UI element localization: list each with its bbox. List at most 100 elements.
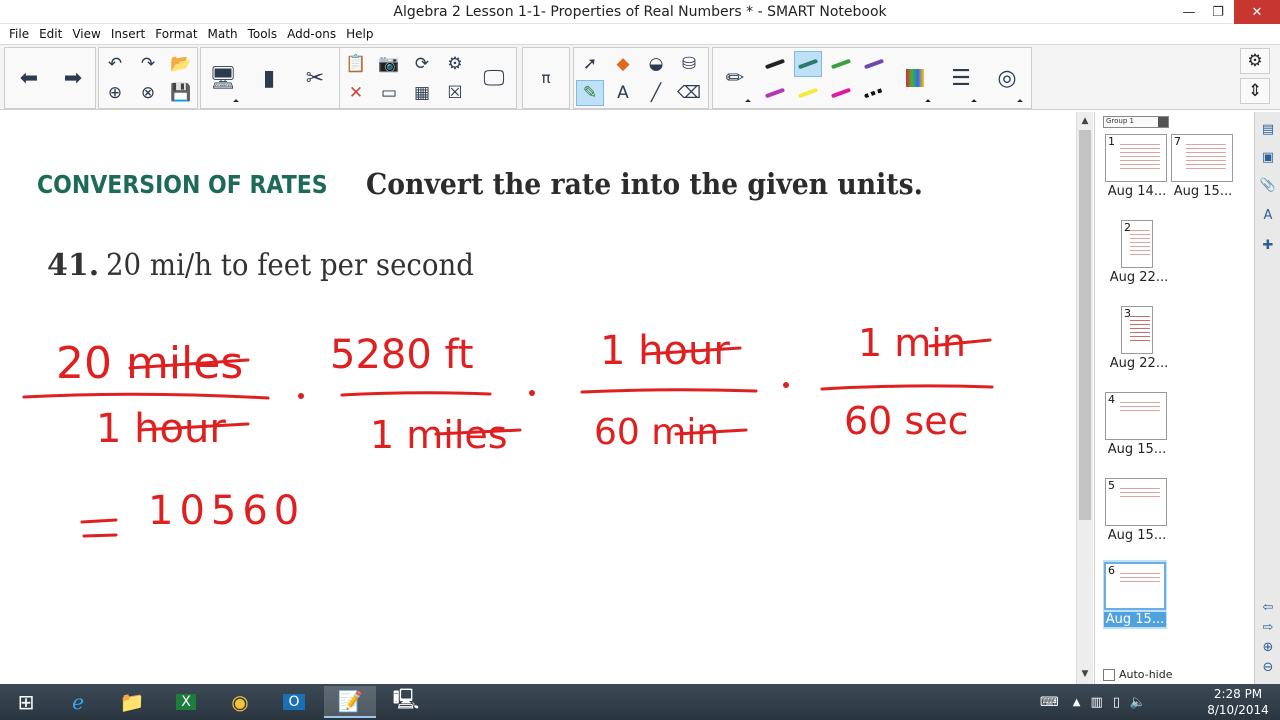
eraser-tool-button[interactable]: ◒ — [642, 51, 670, 77]
pen-teal[interactable] — [794, 51, 822, 77]
pen-pink[interactable] — [827, 80, 855, 106]
start-button[interactable]: ⊞ — [0, 686, 52, 718]
menu-format[interactable]: Format — [150, 27, 202, 41]
addons-tab[interactable]: ✚ — [1259, 236, 1277, 254]
settings-button[interactable]: ⚙ — [1240, 48, 1270, 74]
page-thumb-2[interactable]: 2 Aug 22... — [1107, 220, 1171, 285]
smart-tools-button[interactable]: 🖳 — [380, 686, 432, 718]
text-tool-button[interactable]: A — [609, 80, 637, 106]
sidebar-left-button[interactable]: ⇦ — [1259, 598, 1277, 616]
maximize-button[interactable]: ❐ — [1201, 0, 1235, 24]
previous-page-button[interactable]: ⬅ — [11, 60, 47, 96]
presentation-button[interactable]: ▭ — [375, 80, 403, 106]
screen-shade-button[interactable]: ▮ — [251, 60, 287, 96]
pen-dashed[interactable] — [860, 80, 888, 106]
menu-addons[interactable]: Add-ons — [282, 27, 341, 41]
redo-button[interactable]: ↷ — [134, 51, 162, 77]
add-page-button[interactable]: ⊕ — [101, 80, 129, 106]
outlook-button[interactable]: O — [268, 686, 320, 718]
menu-file[interactable]: File — [4, 27, 34, 41]
close-button[interactable]: ✕ — [1234, 0, 1280, 24]
transparency-button[interactable]: ◎ — [989, 60, 1025, 96]
ink-frac2-numerator: 5280 ft — [330, 332, 474, 378]
table-button[interactable]: ▦ — [408, 80, 436, 106]
chrome-button[interactable]: ◉ — [214, 686, 266, 718]
line-tool-button[interactable]: ╱ — [642, 80, 670, 106]
volume-icon[interactable]: 🔈 — [1130, 695, 1146, 710]
save-button[interactable]: 💾 — [167, 80, 195, 106]
keyboard-icon[interactable]: ⌨ — [1040, 695, 1059, 710]
menu-view[interactable]: View — [67, 27, 105, 41]
page-thumb-4[interactable]: 4 Aug 15... — [1105, 392, 1169, 457]
pen-purple[interactable] — [860, 51, 888, 77]
file-explorer-button[interactable]: 📁 — [106, 686, 158, 718]
excel-button[interactable]: X — [160, 686, 212, 718]
move-toolbar-button[interactable]: ⇕ — [1240, 78, 1270, 104]
menu-tools[interactable]: Tools — [243, 27, 283, 41]
menu-edit[interactable]: Edit — [34, 27, 67, 41]
shapes-tool-button[interactable]: ◆ — [609, 51, 637, 77]
page-thumb-3[interactable]: 3 Aug 22... — [1107, 306, 1171, 371]
line-width-button[interactable]: ☰ — [943, 60, 979, 96]
page-thumb-7[interactable]: 7 Aug 15... — [1171, 134, 1235, 199]
sidebar-right-button[interactable]: ⇨ — [1259, 618, 1277, 636]
magic-eraser-button[interactable]: ⌫ — [675, 80, 703, 106]
next-page-button[interactable]: ➡ — [55, 60, 91, 96]
cursor-icon: ➚ — [582, 54, 598, 74]
select-tool-button[interactable]: ➚ — [576, 51, 604, 77]
autohide-toggle[interactable]: Auto-hide — [1103, 668, 1173, 681]
menu-help[interactable]: Help — [341, 27, 378, 41]
paste-button[interactable]: 📋 — [342, 51, 370, 77]
battery-icon[interactable]: ▯ — [1113, 695, 1120, 710]
rotate-button[interactable]: ⟳ — [408, 51, 436, 77]
page-scrollbar[interactable]: ▲ ▼ — [1076, 112, 1093, 684]
page-thumb-6-selected[interactable]: 6 Aug 15... — [1103, 560, 1167, 629]
document-camera-button[interactable]: 🖵 — [476, 60, 512, 96]
menu-math[interactable]: Math — [203, 27, 243, 41]
internet-explorer-button[interactable]: ℯ — [52, 686, 104, 718]
undo-icon: ↶ — [107, 54, 123, 74]
arrow-up-icon[interactable]: ▲ — [1073, 697, 1081, 708]
ink-frac3-numerator: 1 hour — [600, 328, 730, 374]
autohide-checkbox[interactable] — [1103, 668, 1115, 681]
properties-tab[interactable]: A — [1259, 206, 1277, 224]
page-thumb-5[interactable]: 5 Aug 15... — [1105, 478, 1169, 543]
pen-green[interactable] — [827, 51, 855, 77]
handwriting-layer[interactable]: 20 miles 1 hour 5280 ft 1 miles 1 hour 6… — [0, 112, 1076, 684]
sidebar-add-button[interactable]: ⊕ — [1259, 638, 1277, 656]
notebook-page[interactable]: CONVERSION OF RATES Convert the rate int… — [0, 112, 1076, 684]
pen-yellow[interactable] — [794, 80, 822, 106]
pen-black[interactable] — [761, 51, 789, 77]
pens-tool-button[interactable]: ✎ — [576, 80, 604, 106]
delete-button[interactable]: ☒ — [441, 80, 469, 106]
view-screens-button[interactable]: 🖥 — [205, 60, 241, 96]
scroll-thumb[interactable] — [1079, 130, 1091, 520]
erase-icon: ⌫ — [676, 83, 702, 103]
menu-insert[interactable]: Insert — [106, 27, 150, 41]
page-sorter-tab[interactable]: ▤ — [1259, 120, 1277, 138]
scroll-up-icon[interactable]: ▲ — [1077, 114, 1093, 128]
group-select[interactable]: Group 1 — [1103, 116, 1169, 128]
gallery-tab[interactable]: ▣ — [1259, 148, 1277, 166]
undo-button[interactable]: ↶ — [101, 51, 129, 77]
hide-toolbar-button[interactable]: ✂ — [297, 60, 333, 96]
network-icon[interactable]: ▥ — [1090, 695, 1102, 710]
fill-tool-button[interactable]: ⛁ — [675, 51, 703, 77]
scroll-down-icon[interactable]: ▼ — [1077, 667, 1093, 681]
open-file-button[interactable]: 📂 — [167, 51, 195, 77]
clear-button[interactable]: ✕ — [342, 80, 370, 106]
color-palette-button[interactable] — [897, 60, 933, 96]
clock[interactable]: 2:28 PM 8/10/2014 — [1200, 686, 1276, 718]
delete-page-button[interactable]: ⊗ — [134, 80, 162, 106]
sidebar-delete-button[interactable]: ⊖ — [1259, 658, 1277, 676]
smart-notebook-button[interactable]: 📝 — [324, 686, 376, 718]
gallery-button[interactable]: ⚙ — [441, 51, 469, 77]
page-thumb-1[interactable]: 1 Aug 14... — [1105, 134, 1169, 199]
capture-button[interactable]: 📷 — [375, 51, 403, 77]
internet-explorer-icon: ℯ — [72, 690, 84, 714]
pen-type-button[interactable]: ✏ — [717, 60, 753, 96]
pen-magenta[interactable] — [761, 80, 789, 106]
math-tools-button[interactable]: π — [528, 60, 564, 96]
attachments-tab[interactable]: 📎 — [1259, 176, 1277, 194]
chevron-down-icon — [1017, 99, 1023, 105]
